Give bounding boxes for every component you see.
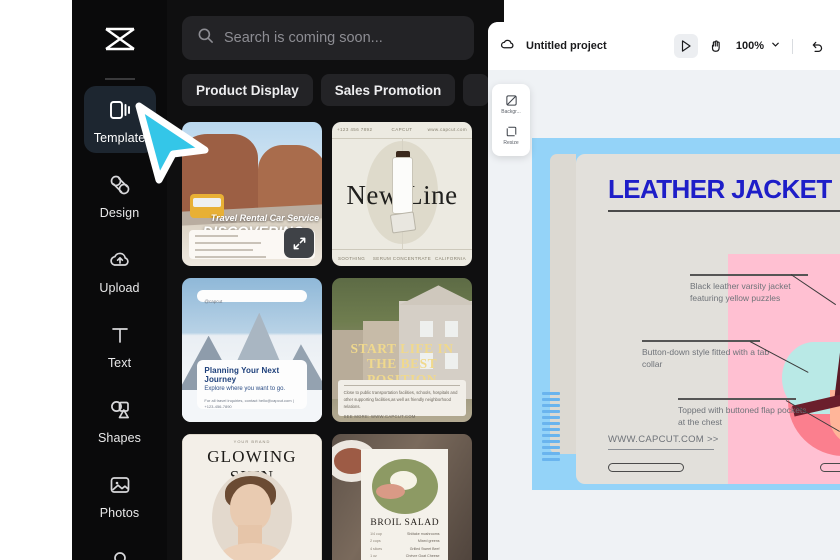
sidebar-item-text[interactable]: Text [84,311,156,378]
background-button[interactable]: Backgr... [494,90,528,119]
design-icon [106,171,134,199]
project-name[interactable]: Untitled project [526,40,607,52]
hand-pan-icon[interactable] [704,34,728,58]
search-input[interactable]: Search is coming soon... [182,16,474,60]
zoom-level[interactable]: 100% [736,40,764,52]
jacket-graphic: $ [782,333,840,456]
resize-button[interactable]: Resize [494,121,528,150]
card-body: Close to public transportation facilitie… [343,390,458,409]
list-item: 2 cups Mixed greens [370,539,440,544]
sidebar-item-upload[interactable]: Upload [84,236,156,303]
template-card[interactable]: START LIFE IN THE BEST POSITION Close to… [332,278,472,422]
chip-sales-promotion[interactable]: Sales Promotion [320,74,456,106]
left-nav-rail: Template Design Upload Text Shapes Photo… [72,0,167,560]
decor-stripes [542,392,560,464]
sidebar-item-label: Upload [99,281,140,295]
card-info-panel: Planning Your Next Journey Explore where… [197,360,307,410]
text-icon [106,321,134,349]
template-card[interactable]: @capcut Planning Your Next Journey Explo… [182,278,322,422]
card-eyebrow: YOUR BRAND [233,439,271,444]
template-grid: Travel Rental Car Service DISCOVERING BE… [182,122,504,560]
card-foot-right: CALIFORNIA [434,256,466,261]
cursor-select-icon[interactable] [673,34,698,58]
card-image: YOUR BRAND GLOWING SKIN [182,434,322,560]
card-title: BROIL SALAD [370,518,440,528]
template-card[interactable]: +123 456 7892 CAPCUT www.capcut.com New … [332,122,472,266]
sidebar-item-shapes[interactable]: Shapes [84,386,156,453]
editor-topbar: Untitled project 100% [488,22,840,70]
list-item: 4 slices Grilled Sweet Beef [370,546,440,551]
sidebar-item-label: Design [99,206,140,220]
chip-product-display[interactable]: Product Display [182,74,313,106]
card-image: +123 456 7892 CAPCUT www.capcut.com New … [332,122,472,266]
card-info-panel: Close to public transportation facilitie… [337,380,467,420]
resize-label: Resize [503,140,519,146]
cloud-save-icon[interactable] [500,36,516,57]
pill-right [820,463,840,472]
annotation-2: Button-down style fitted with a tab coll… [642,340,772,370]
heading-underline [608,210,840,212]
upload-cloud-icon [106,246,134,274]
capcut-logo[interactable] [72,0,167,78]
design-heading: LEATHER JACKET [608,174,832,204]
pill-left [608,463,684,472]
design-canvas[interactable]: CAPCUT EXCLUSIVE LEATHER JACKET [532,138,840,490]
sidebar-item-label: Photos [99,506,140,520]
search-icon [197,27,214,49]
search-placeholder: Search is coming soon... [224,30,383,46]
template-card[interactable]: YOUR BRAND GLOWING SKIN [182,434,322,560]
template-card[interactable]: Travel Rental Car Service DISCOVERING BE… [182,122,322,266]
app-root: Template Design Upload Text Shapes Photo… [0,0,840,560]
card-handle-bar: @capcut [197,289,307,304]
rail-divider [104,78,135,80]
sidebar-item-label: Text [107,356,132,370]
expand-icon[interactable] [284,228,314,258]
card-ingredient-list: 1/4 cup Shiitake mushrooms 2 cups Mixed gr… [370,532,439,560]
undo-icon[interactable] [804,34,828,58]
sidebar-item-photos[interactable]: Photos [84,461,156,528]
design-sheet: LEATHER JACKET $ [576,154,840,484]
toolbar-divider [792,38,793,54]
sidebar-item-more[interactable] [84,536,156,560]
card-subtitle: Explore where you want to go. [204,386,286,393]
chevron-down-icon[interactable] [770,37,781,55]
sidebar-item-label: Template [93,131,146,145]
card-handle: @capcut [204,298,223,304]
shapes-icon [106,396,134,424]
design-url: WWW.CAPCUT.COM >> [608,429,719,450]
category-chips: Product Display Sales Promotion [182,74,490,106]
annotation-1: Black leather varsity jacket featuring y… [690,274,820,304]
card-detail: For all travel inquiries, contact hello@… [204,398,294,410]
sidebar-item-template[interactable]: Template [83,86,156,153]
editor-window: Untitled project 100% Backgr... Resize L… [488,22,840,560]
canvas-float-toolbar: Backgr... Resize [492,84,530,156]
card-cta: SEE MORE: WWW.CAPCUT.COM [343,414,416,420]
editor-stage: Backgr... Resize CAPCUT EXCLUSIVE [488,70,840,560]
chip-overflow[interactable] [463,74,490,106]
card-image: BROIL SALAD 1/4 cup Shiitake mushrooms 2 … [332,434,472,560]
card-title: Planning Your Next Journey [204,366,280,385]
template-panel: Search is coming soon... Product Display… [167,0,504,560]
photos-icon [106,471,134,499]
sidebar-item-design[interactable]: Design [84,161,156,228]
sidebar-item-label: Shapes [98,431,141,445]
list-item: 1 oz Chèvre Goat Cheese [370,554,440,559]
card-eyebrow: Travel Rental Car Service [210,212,320,223]
card-meta-right: www.capcut.com [427,127,467,132]
more-icon [106,546,134,560]
template-icon [106,96,134,124]
topbar-tools: 100% [673,34,828,58]
template-card[interactable]: BROIL SALAD 1/4 cup Shiitake mushrooms 2 … [332,434,472,560]
background-label: Backgr... [501,109,521,115]
list-item: 1/4 cup Shiitake mushrooms [370,531,440,536]
